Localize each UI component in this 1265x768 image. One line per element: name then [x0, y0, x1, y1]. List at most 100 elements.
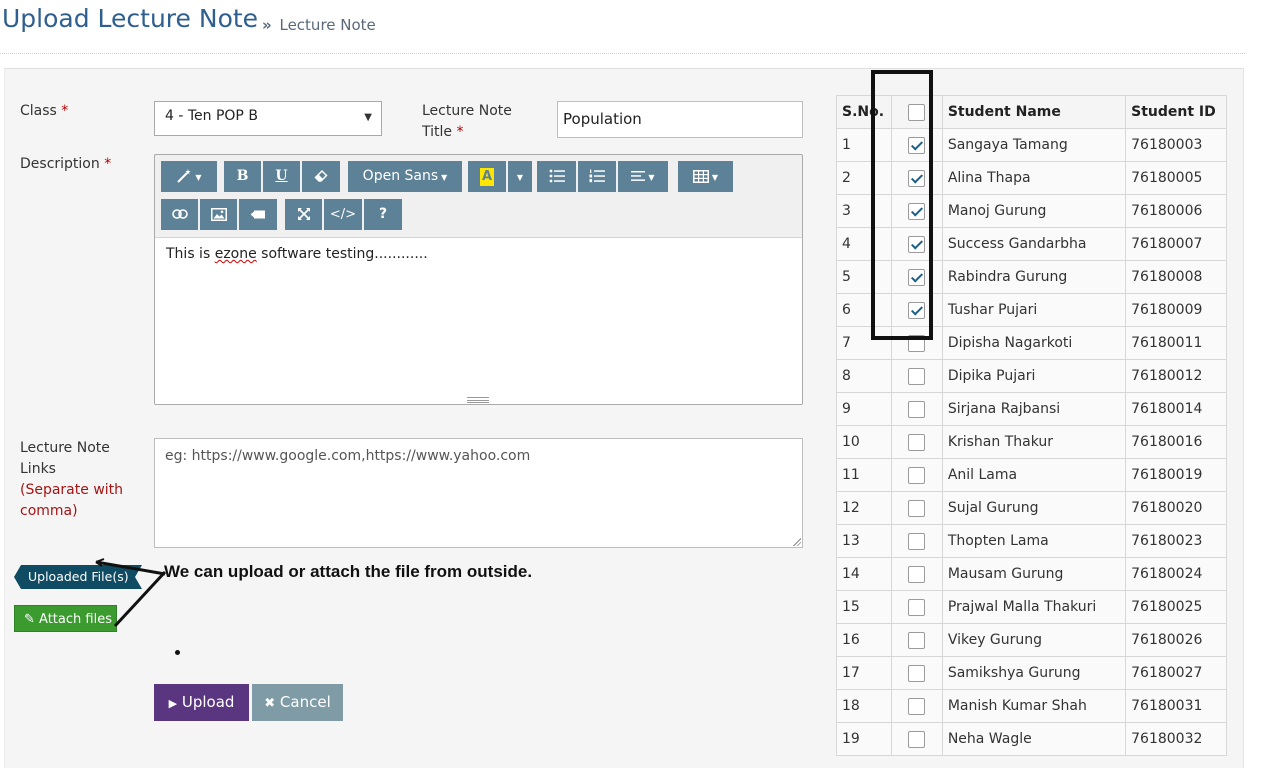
student-checkbox[interactable]	[908, 466, 926, 484]
student-checkbox[interactable]	[908, 499, 926, 517]
eraser-icon	[314, 169, 328, 182]
table-insert-dropdown[interactable]: ▼	[678, 161, 733, 192]
student-id: 76180011	[1125, 326, 1227, 360]
description-text-rest: software testing............	[256, 246, 428, 262]
title-label: Lecture Note Title *	[422, 101, 512, 143]
student-name: Mausam Gurung	[941, 557, 1127, 591]
student-name: Sujal Gurung	[941, 491, 1127, 525]
student-name: Alina Thapa	[941, 161, 1127, 195]
student-checkbox[interactable]	[908, 697, 926, 715]
help-button[interactable]: ?	[364, 199, 402, 230]
student-name: Krishan Thakur	[941, 425, 1127, 459]
insert-link-button[interactable]	[161, 199, 198, 230]
student-id: 76180031	[1125, 689, 1227, 723]
required-mark: *	[61, 103, 69, 119]
page-header: Upload Lecture Note » Lecture Note	[0, 0, 1245, 54]
student-id: 76180016	[1125, 425, 1227, 459]
attach-files-button[interactable]: ✎ Attach files	[14, 605, 117, 632]
student-checkbox[interactable]	[908, 367, 926, 385]
chevron-down-icon: ▼	[195, 173, 202, 182]
student-sn: 18	[836, 689, 892, 723]
required-mark: *	[104, 156, 112, 172]
insert-video-button[interactable]	[239, 199, 277, 230]
student-id: 76180007	[1125, 227, 1227, 261]
student-id: 76180025	[1125, 590, 1227, 624]
font-family-value: Open Sans	[362, 168, 439, 184]
student-checkbox[interactable]	[908, 598, 926, 616]
description-editor-body[interactable]: This is ezone software testing..........…	[155, 237, 802, 404]
upload-button-label: Upload	[181, 693, 235, 711]
student-checkbox[interactable]	[908, 631, 926, 649]
table-row: 11 Anil Lama 76180019	[836, 458, 1227, 492]
uploaded-files-tag[interactable]: Uploaded File(s)	[14, 565, 142, 589]
fullscreen-button[interactable]	[285, 199, 322, 230]
font-color-dropdown[interactable]: ▼	[508, 161, 532, 192]
underline-button[interactable]: U	[263, 161, 300, 192]
title-label-line1: Lecture Note	[422, 103, 512, 119]
student-checkbox[interactable]	[908, 532, 926, 550]
breadcrumb: » Lecture Note	[262, 16, 376, 34]
student-name: Dipika Pujari	[941, 359, 1127, 393]
table-row: 10 Krishan Thakur 76180016	[836, 425, 1227, 459]
student-sn: 12	[836, 491, 892, 525]
ordered-list-button[interactable]	[578, 161, 616, 192]
insert-picture-button[interactable]	[200, 199, 237, 230]
clear-format-button[interactable]	[302, 161, 340, 192]
student-id: 76180032	[1125, 722, 1227, 756]
font-color-button[interactable]: A	[468, 161, 506, 192]
table-row: 15 Prajwal Malla Thakuri 76180025	[836, 590, 1227, 624]
student-id: 76180005	[1125, 161, 1227, 195]
student-name: Tushar Pujari	[941, 293, 1127, 327]
editor-resize-handle[interactable]	[467, 397, 489, 403]
student-checkbox[interactable]	[908, 433, 926, 451]
numbered-list-icon	[589, 169, 605, 183]
student-name: Dipisha Nagarkoti	[941, 326, 1127, 360]
student-checkbox[interactable]	[908, 565, 926, 583]
description-label-text: Description	[20, 156, 100, 172]
links-placeholder: eg: https://www.google.com,https://www.y…	[165, 448, 531, 464]
student-sn: 13	[836, 524, 892, 558]
table-row: 9 Sirjana Rajbansi 76180014	[836, 392, 1227, 426]
student-name: Vikey Gurung	[941, 623, 1127, 657]
student-checkbox[interactable]	[908, 664, 926, 682]
font-color-icon: A	[480, 168, 494, 186]
student-select-cell	[890, 392, 943, 426]
chevron-down-icon: ▼	[516, 173, 524, 182]
student-sn: 15	[836, 590, 892, 624]
student-name: Neha Wagle	[941, 722, 1127, 756]
lecture-note-links-textarea[interactable]: eg: https://www.google.com,https://www.y…	[154, 438, 803, 548]
magic-wand-icon	[177, 169, 192, 183]
class-select[interactable]: 4 - Ten POP B ▼	[154, 101, 382, 136]
annotation-highlight-box	[871, 70, 933, 340]
student-select-cell	[890, 557, 943, 591]
unordered-list-button[interactable]	[537, 161, 576, 192]
student-select-cell	[890, 689, 943, 723]
student-id: 76180026	[1125, 623, 1227, 657]
bold-button[interactable]: B	[224, 161, 261, 192]
stray-dot	[175, 650, 180, 655]
class-label-text: Class	[20, 103, 57, 119]
student-id: 76180009	[1125, 293, 1227, 327]
student-checkbox[interactable]	[908, 730, 926, 748]
lecture-note-title-input[interactable]: Population	[557, 101, 803, 138]
code-view-button[interactable]: </>	[324, 199, 362, 230]
student-name: Prajwal Malla Thakuri	[941, 590, 1127, 624]
rich-text-editor: ▼ B U Open Sans ▼ A ▼ ▼ ▼ </> ? This is …	[154, 154, 803, 405]
upload-button[interactable]: ▶ Upload	[154, 684, 249, 721]
student-name: Thopten Lama	[941, 524, 1127, 558]
column-header-student-name: Student Name	[941, 95, 1127, 129]
description-label: Description *	[20, 154, 111, 175]
video-icon	[250, 210, 265, 218]
student-checkbox[interactable]	[908, 400, 926, 418]
breadcrumb-item-lecture-note[interactable]: Lecture Note	[279, 16, 375, 34]
links-label-line1: Lecture Note	[20, 440, 110, 456]
student-select-cell	[890, 590, 943, 624]
paragraph-align-dropdown[interactable]: ▼	[618, 161, 668, 192]
links-label-line2: Links	[20, 461, 56, 477]
student-name: Rabindra Gurung	[941, 260, 1127, 294]
magic-wand-style-button[interactable]: ▼	[161, 161, 217, 192]
student-sn: 9	[836, 392, 892, 426]
cancel-button[interactable]: ✖ Cancel	[252, 684, 343, 721]
textarea-resize-handle[interactable]	[792, 537, 801, 546]
font-family-dropdown[interactable]: Open Sans ▼	[348, 161, 462, 192]
